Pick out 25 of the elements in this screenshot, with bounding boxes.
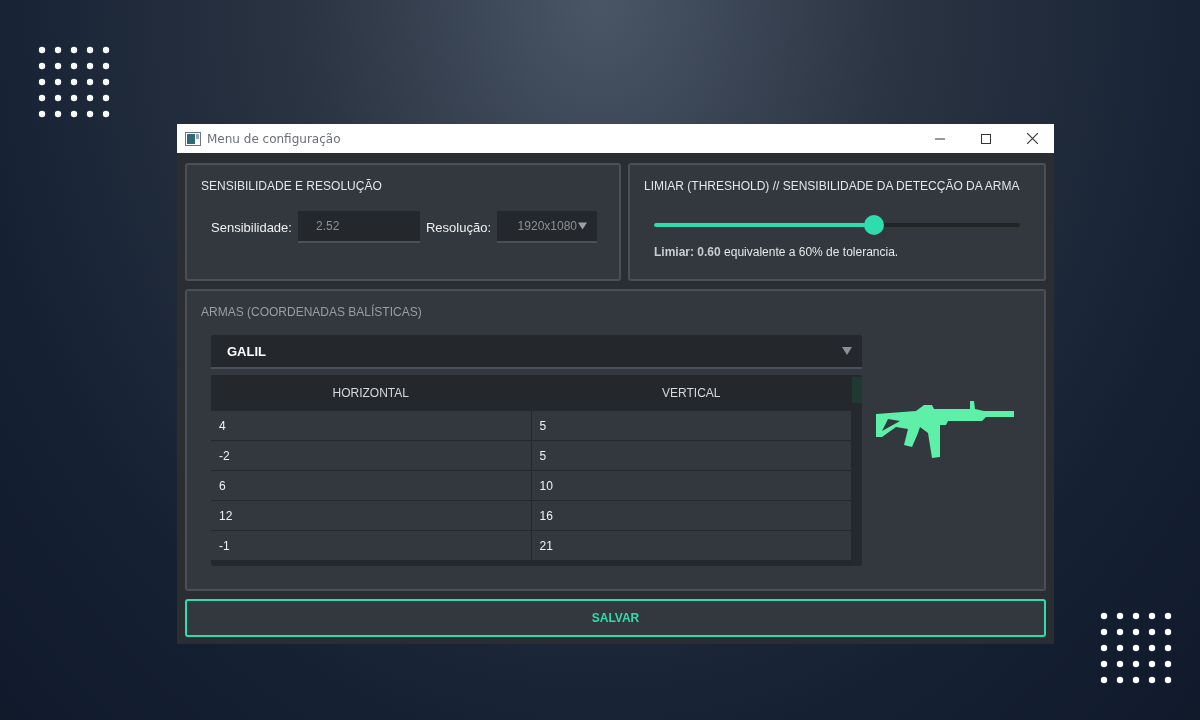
window-title: Menu de configuração <box>207 131 342 146</box>
weapon-dropdown[interactable]: GALIL <box>211 335 862 369</box>
field-label: Sensibilidade: <box>211 219 292 235</box>
panel-title: SENSIBILIDADE E RESOLUÇÃO <box>201 179 383 193</box>
field-label: Resolução: <box>425 219 491 235</box>
threshold-caption: Limiar: 0.60 equivalente a 60% de tolerancia. <box>653 245 900 259</box>
table-cell: -1 <box>211 531 532 560</box>
table-cell: -2 <box>211 441 532 470</box>
close-icon[interactable] <box>1027 133 1038 144</box>
slider-thumb[interactable] <box>863 215 884 235</box>
app-icon <box>185 131 201 146</box>
resolution-dropdown[interactable]: 1920x1080 <box>497 211 597 243</box>
column-header: HORIZONTAL <box>211 375 532 410</box>
table-cell: 6 <box>211 471 532 500</box>
dot-grid-drawing <box>1100 612 1172 684</box>
maximize-icon[interactable] <box>981 133 991 144</box>
table-cell: 4 <box>211 411 532 440</box>
table-cell: 12 <box>211 501 532 530</box>
sensitivity-field[interactable]: 2.52 <box>297 211 420 243</box>
panel-title: ARMAS (COORDENADAS BALÍSTICAS) <box>201 305 423 319</box>
caret-icon <box>842 347 852 355</box>
save-button[interactable]: SALVAR <box>185 599 1046 637</box>
panel-title: LIMIAR (THRESHOLD) // SENSIBILIDADE DA DETECÇÃO DA ARMA <box>644 179 1021 193</box>
caret-icon <box>578 222 587 230</box>
dot-grid-drawing <box>38 46 110 118</box>
